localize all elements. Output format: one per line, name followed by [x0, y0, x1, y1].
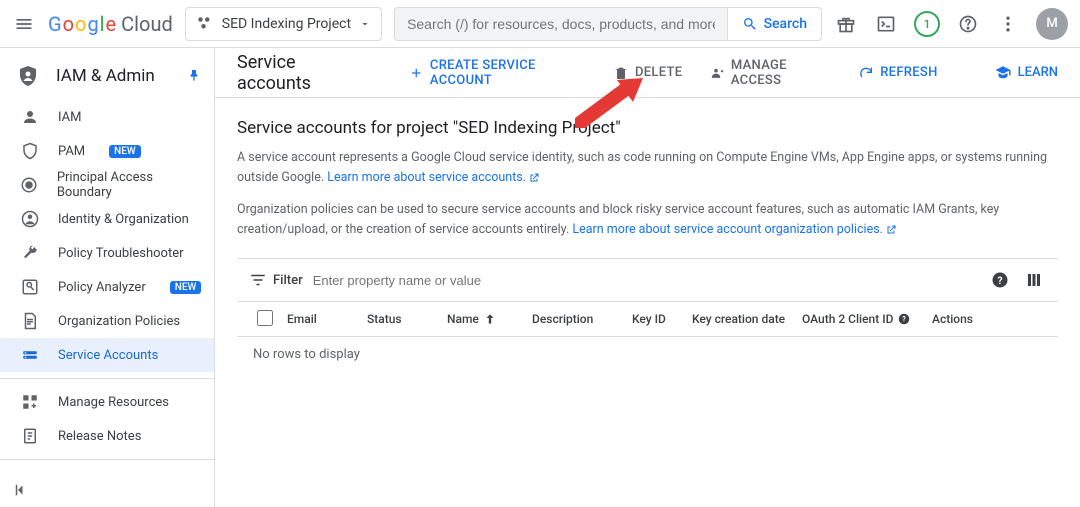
table-header-row: Email Status Name Description Key ID Key…: [237, 301, 1058, 337]
column-email[interactable]: Email: [279, 312, 359, 326]
new-badge: NEW: [109, 145, 141, 158]
google-cloud-logo[interactable]: Google Cloud: [48, 12, 173, 36]
external-link-icon: [528, 172, 540, 184]
notification-badge[interactable]: 1: [914, 11, 940, 37]
shield-icon: [20, 141, 40, 161]
no-rows-message: No rows to display: [237, 337, 1058, 372]
sidebar-divider: [0, 378, 214, 379]
top-header: Google Cloud SED Indexing Project Search…: [0, 0, 1080, 48]
learn-icon: [994, 64, 1012, 82]
project-picker[interactable]: SED Indexing Project: [185, 7, 382, 41]
sidebar-item-principal-access-boundary[interactable]: Principal Access Boundary: [0, 168, 214, 202]
svg-text:?: ?: [997, 274, 1002, 287]
filter-input[interactable]: [313, 273, 978, 288]
more-icon[interactable]: [996, 12, 1020, 36]
avatar[interactable]: M: [1036, 8, 1068, 40]
sidebar-divider: [0, 459, 214, 460]
column-display-icon[interactable]: [1022, 268, 1046, 292]
terminal-icon[interactable]: [874, 12, 898, 36]
sidebar-item-label: Service Accounts: [58, 348, 158, 363]
content-heading: Service accounts for project "SED Indexi…: [237, 118, 1058, 138]
content-description-2: Organization policies can be used to sec…: [237, 200, 1058, 240]
refresh-icon: [858, 65, 874, 81]
person-add-icon: [710, 65, 724, 81]
wrench-icon: [20, 243, 40, 263]
service-icon: [20, 345, 40, 365]
learn-more-service-accounts-link[interactable]: Learn more about service accounts.: [327, 170, 540, 185]
search-input[interactable]: [394, 7, 727, 41]
help-icon: ?: [897, 312, 911, 326]
select-all-checkbox[interactable]: [249, 310, 279, 329]
search-button[interactable]: Search: [727, 7, 822, 41]
analyze-icon: [20, 277, 40, 297]
learn-more-org-policies-link[interactable]: Learn more about service account organiz…: [572, 222, 897, 237]
resources-icon: [20, 392, 40, 412]
column-description[interactable]: Description: [524, 312, 624, 326]
menu-icon[interactable]: [12, 12, 36, 36]
svg-text:?: ?: [903, 315, 907, 323]
column-oauth[interactable]: OAuth 2 Client ID?: [794, 312, 924, 326]
collapse-sidebar-icon[interactable]: [12, 481, 30, 499]
search-bar: Search: [394, 7, 822, 41]
help-icon[interactable]: [956, 12, 980, 36]
sidebar-item-pam[interactable]: PAM NEW: [0, 134, 214, 168]
main-content: Service accounts CREATE SERVICE ACCOUNT …: [215, 48, 1080, 507]
shield-icon: [16, 64, 40, 88]
sidebar-item-label: Identity & Organization: [58, 212, 189, 227]
new-badge: NEW: [170, 281, 202, 294]
filter-help-icon[interactable]: ?: [988, 268, 1012, 292]
page-title: Service accounts: [237, 52, 361, 94]
sidebar-header: IAM & Admin: [0, 56, 214, 100]
sidebar-item-label: Manage Resources: [58, 395, 169, 410]
sidebar-item-label: Principal Access Boundary: [57, 170, 202, 200]
main-toolbar: Service accounts CREATE SERVICE ACCOUNT …: [215, 48, 1080, 98]
trash-icon: [613, 65, 629, 81]
header-actions: 1 M: [834, 8, 1068, 40]
doc-icon: [20, 311, 40, 331]
refresh-button[interactable]: REFRESH: [858, 65, 937, 81]
column-status[interactable]: Status: [359, 312, 439, 326]
delete-button[interactable]: DELETE: [613, 65, 682, 81]
filter-icon: [249, 271, 267, 289]
column-keyid[interactable]: Key ID: [624, 312, 684, 326]
sidebar-item-organization-policies[interactable]: Organization Policies: [0, 304, 214, 338]
notes-icon: [20, 426, 40, 446]
service-accounts-table: Filter ? Email Status Name Description K…: [237, 258, 1058, 372]
account-icon: [20, 209, 40, 229]
sidebar-item-label: Policy Analyzer: [58, 280, 146, 295]
column-key-creation-date[interactable]: Key creation date: [684, 312, 794, 326]
sidebar-item-policy-analyzer[interactable]: Policy Analyzer NEW: [0, 270, 214, 304]
chevron-down-icon: [359, 18, 371, 30]
manage-access-button[interactable]: MANAGE ACCESS: [710, 58, 830, 88]
sidebar-item-service-accounts[interactable]: Service Accounts: [0, 338, 214, 372]
plus-icon: [409, 65, 423, 81]
filter-bar: Filter ?: [237, 259, 1058, 301]
column-name[interactable]: Name: [439, 312, 524, 326]
search-icon: [742, 16, 758, 32]
external-link-icon: [885, 224, 897, 236]
sidebar-item-label: Organization Policies: [58, 314, 180, 329]
sidebar-item-identity-organization[interactable]: Identity & Organization: [0, 202, 214, 236]
content-description-1: A service account represents a Google Cl…: [237, 148, 1058, 188]
sidebar: IAM & Admin IAM PAM NEW Principal Access Bo…: [0, 48, 215, 507]
sidebar-item-label: Release Notes: [58, 429, 141, 444]
sidebar-item-manage-resources[interactable]: Manage Resources: [0, 385, 214, 419]
learn-button[interactable]: LEARN: [994, 64, 1058, 82]
sidebar-item-release-notes[interactable]: Release Notes: [0, 419, 214, 453]
filter-label: Filter: [249, 271, 303, 289]
pin-icon[interactable]: [186, 68, 202, 84]
sidebar-item-label: PAM: [58, 144, 85, 159]
sort-asc-icon: [483, 312, 497, 326]
sidebar-title: IAM & Admin: [56, 66, 170, 86]
project-name: SED Indexing Project: [222, 16, 351, 32]
sidebar-item-label: Policy Troubleshooter: [58, 246, 184, 261]
gift-icon[interactable]: [834, 12, 858, 36]
sidebar-item-label: IAM: [58, 110, 81, 125]
sidebar-item-iam[interactable]: IAM: [0, 100, 214, 134]
user-icon: [20, 107, 40, 127]
sidebar-item-policy-troubleshooter[interactable]: Policy Troubleshooter: [0, 236, 214, 270]
create-service-account-button[interactable]: CREATE SERVICE ACCOUNT: [409, 58, 585, 88]
boundary-icon: [20, 175, 39, 195]
column-actions[interactable]: Actions: [924, 312, 994, 326]
